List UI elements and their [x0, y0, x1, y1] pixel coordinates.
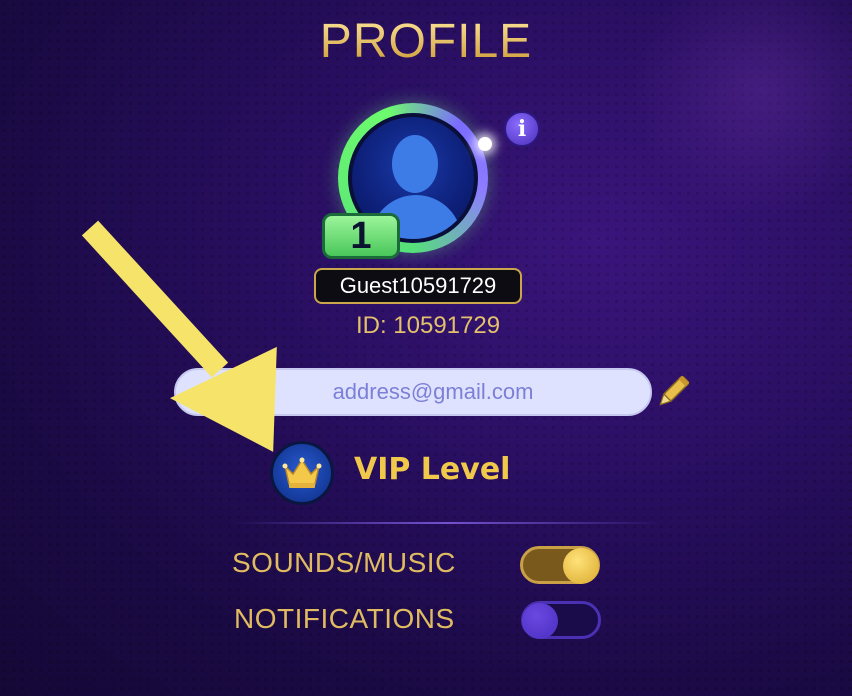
yellow-arrow-icon: [81, 220, 277, 452]
level-badge: 1: [322, 213, 400, 259]
toggle-knob: [563, 548, 599, 584]
pencil-icon[interactable]: [655, 372, 691, 412]
toggle-knob: [522, 603, 558, 639]
info-icon[interactable]: i: [504, 111, 540, 147]
sounds-music-label: SOUNDS/MUSIC: [232, 547, 456, 578]
page-title: PROFILE: [0, 14, 852, 69]
notifications-label: NOTIFICATIONS: [234, 603, 455, 634]
divider: [232, 522, 662, 524]
notifications-toggle[interactable]: [521, 601, 601, 639]
avatar-head: [392, 135, 438, 193]
username-plate: Guest10591729: [314, 268, 522, 304]
progress-spark: [478, 137, 492, 151]
vip-level-label[interactable]: VIP Level: [354, 452, 510, 487]
sounds-music-toggle[interactable]: [520, 546, 600, 584]
